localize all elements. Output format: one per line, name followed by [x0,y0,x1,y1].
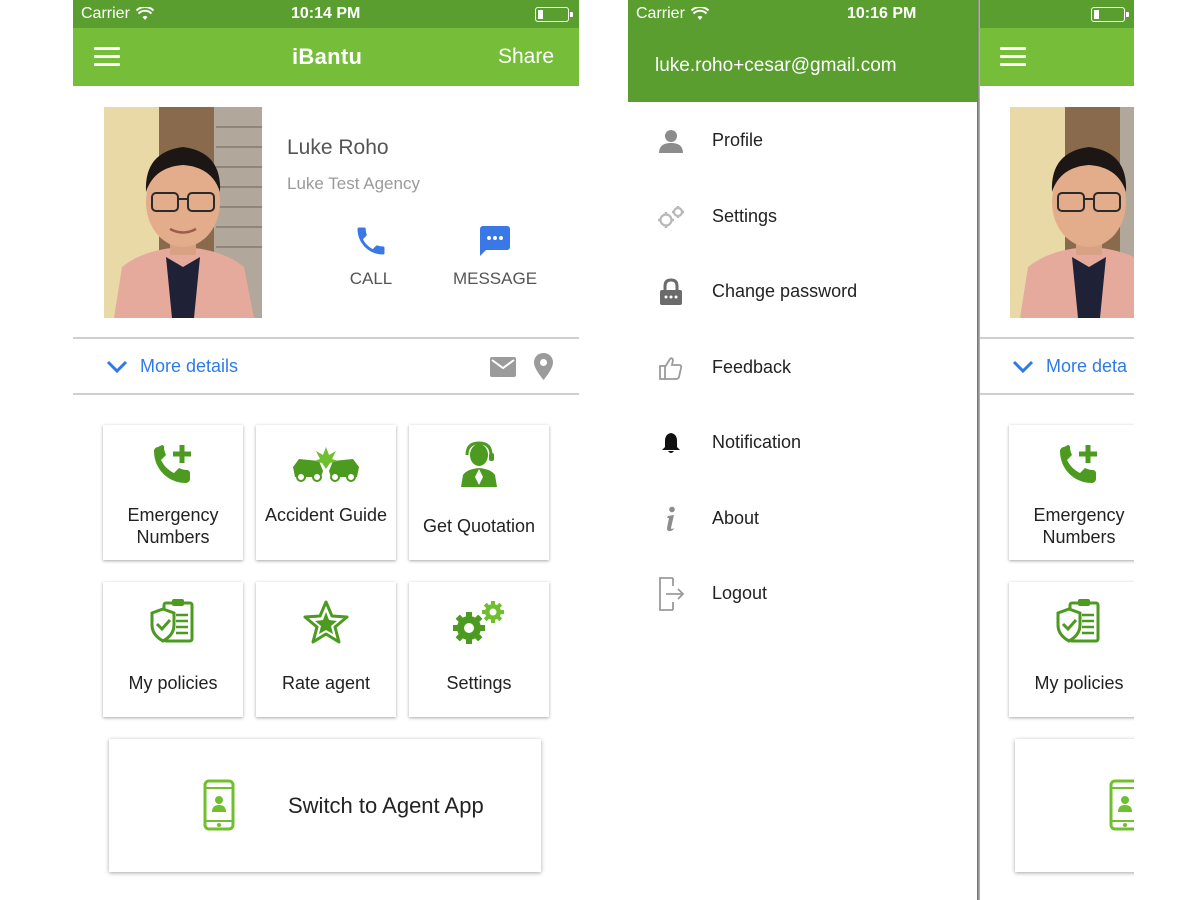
tile-label: Emergency Numbers [1033,505,1125,547]
menu-label: About [712,508,760,528]
call-label: CALL [349,269,393,288]
switch-to-agent-app-button[interactable] [1015,739,1134,872]
tile-emergency-numbers[interactable]: Emergency Numbers [1009,425,1134,560]
gears-icon [658,206,684,228]
message-label: MESSAGE [452,269,538,288]
tile-emergency-numbers[interactable]: Emergency Numbers [103,425,243,560]
mobile-agent-icon [203,779,235,831]
tile-settings[interactable]: Settings [409,582,549,717]
switch-label: Switch to Agent App [288,793,484,818]
menu-icon[interactable] [1000,47,1026,67]
mobile-agent-icon [1109,779,1134,831]
menu-label: Notification [712,432,802,452]
menu-icon[interactable] [94,47,120,67]
message-button[interactable]: MESSAGE [449,223,541,289]
wifi-icon [135,7,154,20]
status-time: 10:16 PM [847,5,917,22]
drawer-header: Carrier 10:16 PM luke.roho+cesar@gmail.c… [628,0,977,102]
carrier: Carrier [81,5,154,23]
menu-item-settings[interactable]: Settings [628,187,977,247]
logout-icon [659,577,685,611]
tile-my-policies[interactable]: My policies [103,582,243,717]
phone-icon [357,227,385,255]
phone-plus-icon [154,445,191,483]
more-details-label: More details [140,356,239,376]
location-pin-icon[interactable] [534,353,553,380]
policy-shield-icon [150,599,194,643]
tile-accident-guide[interactable]: Accident Guide [256,425,396,560]
call-button[interactable]: CALL [340,223,402,289]
more-details-label: More deta [1046,356,1128,376]
more-details-toggle[interactable]: More details [106,356,238,377]
status-time: 10:14 PM [291,5,361,22]
battery-icon [1091,7,1129,22]
carrier-label: Carrier [81,5,130,22]
star-icon [303,600,349,644]
user-email: luke.roho+cesar@gmail.com [655,55,897,76]
info-icon [667,506,675,532]
top-navbar: iBantu Share [73,28,579,86]
status-bar: Carrier 10:14 PM [73,0,579,28]
tile-label: Settings [446,673,512,693]
chevron-down-icon [1012,360,1034,373]
menu-item-logout[interactable]: Logout [628,564,977,624]
agent-photo [1010,107,1134,318]
phone-plus-icon [1060,445,1097,483]
menu-item-about[interactable]: About [628,489,977,549]
tile-get-quotation[interactable]: Get Quotation [409,425,549,560]
top-navbar [980,28,1134,86]
tile-label: Rate agent [281,673,371,693]
wifi-icon [690,7,709,20]
tile-label: Emergency Numbers [127,505,219,547]
agent-headset-icon [461,441,497,487]
carrier: Carrier [636,5,709,23]
chevron-down-icon [106,360,128,373]
tile-rate-agent[interactable]: Rate agent [256,582,396,717]
agent-agency: Luke Test Agency [287,174,420,193]
divider [73,337,579,339]
tile-label: My policies [1034,673,1124,693]
share-button[interactable]: Share [498,45,554,69]
policy-shield-icon [1056,599,1100,643]
tile-label: Get Quotation [422,516,536,536]
email-icon[interactable] [490,357,516,377]
divider [73,393,579,395]
tile-my-policies[interactable]: My policies [1009,582,1134,717]
app-title: iBantu [292,44,363,69]
menu-label: Logout [712,583,768,603]
menu-item-feedback[interactable]: Feedback [628,338,977,398]
background-home-screen: More deta Emergency Numbers My policies [980,0,1134,900]
menu-label: Profile [712,130,764,150]
more-details-toggle[interactable]: More deta [1012,356,1127,377]
bell-icon [662,433,680,453]
menu-label: Change password [712,281,858,301]
agent-name: Luke Roho [287,136,389,159]
divider [980,393,1134,395]
status-bar [980,0,1134,28]
menu-item-change-password[interactable]: Change password [628,262,977,322]
message-icon [480,226,510,256]
car-crash-icon [293,447,359,482]
agent-photo [104,107,262,318]
divider [980,337,1134,339]
menu-item-notification[interactable]: Notification [628,413,977,473]
tile-label: Accident Guide [264,505,388,525]
person-icon [659,130,683,153]
menu-item-profile[interactable]: Profile [628,111,977,171]
lock-icon [660,278,682,305]
menu-label: Feedback [712,357,792,377]
side-drawer: Carrier 10:16 PM luke.roho+cesar@gmail.c… [628,0,977,900]
thumbs-up-icon [659,357,683,380]
tile-label: My policies [128,673,218,693]
battery-icon [535,7,573,22]
switch-to-agent-app-button[interactable]: Switch to Agent App [109,739,541,872]
menu-label: Settings [712,206,778,226]
status-bar: Carrier 10:16 PM [628,0,977,28]
gears-icon [453,601,504,644]
carrier-label: Carrier [636,5,685,22]
